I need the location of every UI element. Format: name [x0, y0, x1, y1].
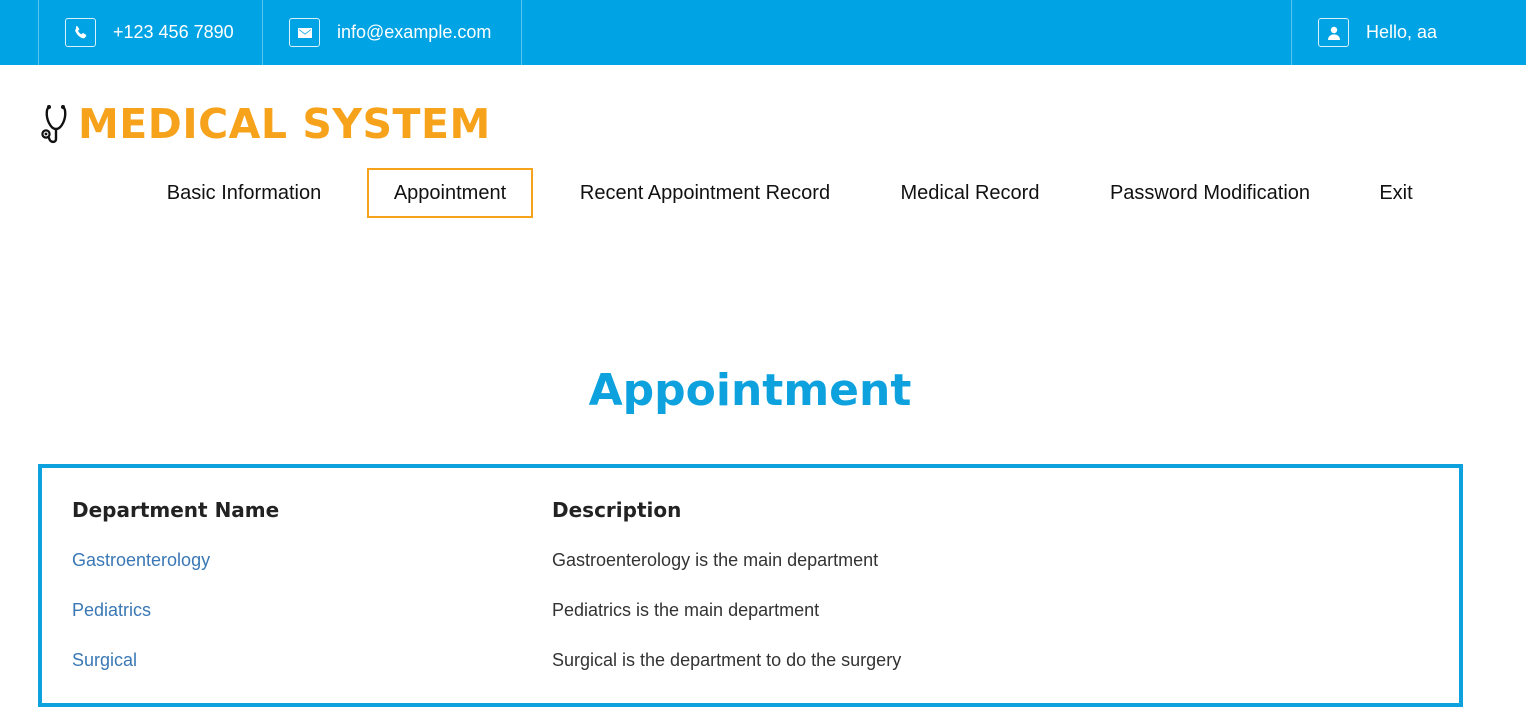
- email-address[interactable]: info@example.com: [337, 22, 491, 43]
- contact-phone: +123 456 7890: [38, 0, 263, 65]
- header-description: Description: [552, 498, 682, 522]
- department-link-pediatrics[interactable]: Pediatrics: [72, 600, 151, 621]
- nav-appointment[interactable]: Appointment: [367, 168, 533, 218]
- nav-basic-information[interactable]: Basic Information: [150, 168, 338, 218]
- greeting-text: Hello, aa: [1366, 22, 1438, 42]
- site-logo[interactable]: MEDICAL SYSTEM: [40, 100, 491, 148]
- department-description: Gastroenterology is the main department: [552, 550, 879, 570]
- user-icon: [1318, 18, 1349, 47]
- nav-password-modification[interactable]: Password Modification: [1094, 168, 1326, 218]
- phone-icon: [65, 18, 96, 47]
- department-link-gastroenterology[interactable]: Gastroenterology: [72, 550, 210, 571]
- department-link-surgical[interactable]: Surgical: [72, 650, 137, 671]
- contact-email: info@example.com: [263, 0, 522, 65]
- top-bar: +123 456 7890 info@example.com Hello, aa: [0, 0, 1526, 65]
- page-title: Appointment: [588, 365, 912, 416]
- nav-medical-record[interactable]: Medical Record: [885, 168, 1055, 218]
- nav-exit[interactable]: Exit: [1366, 168, 1426, 218]
- user-greeting[interactable]: Hello, aa: [1291, 0, 1526, 65]
- department-description: Pediatrics is the main department: [552, 600, 820, 620]
- header-department-name: Department Name: [72, 498, 280, 522]
- stethoscope-icon: [41, 105, 67, 144]
- department-description: Surgical is the department to do the sur…: [552, 650, 902, 670]
- envelope-icon: [289, 18, 320, 47]
- phone-number: +123 456 7890: [113, 22, 234, 42]
- logo-text: MEDICAL SYSTEM: [78, 100, 491, 148]
- department-table: Department Name Description Gastroentero…: [38, 464, 1463, 707]
- nav-recent-appointment-record[interactable]: Recent Appointment Record: [562, 168, 848, 218]
